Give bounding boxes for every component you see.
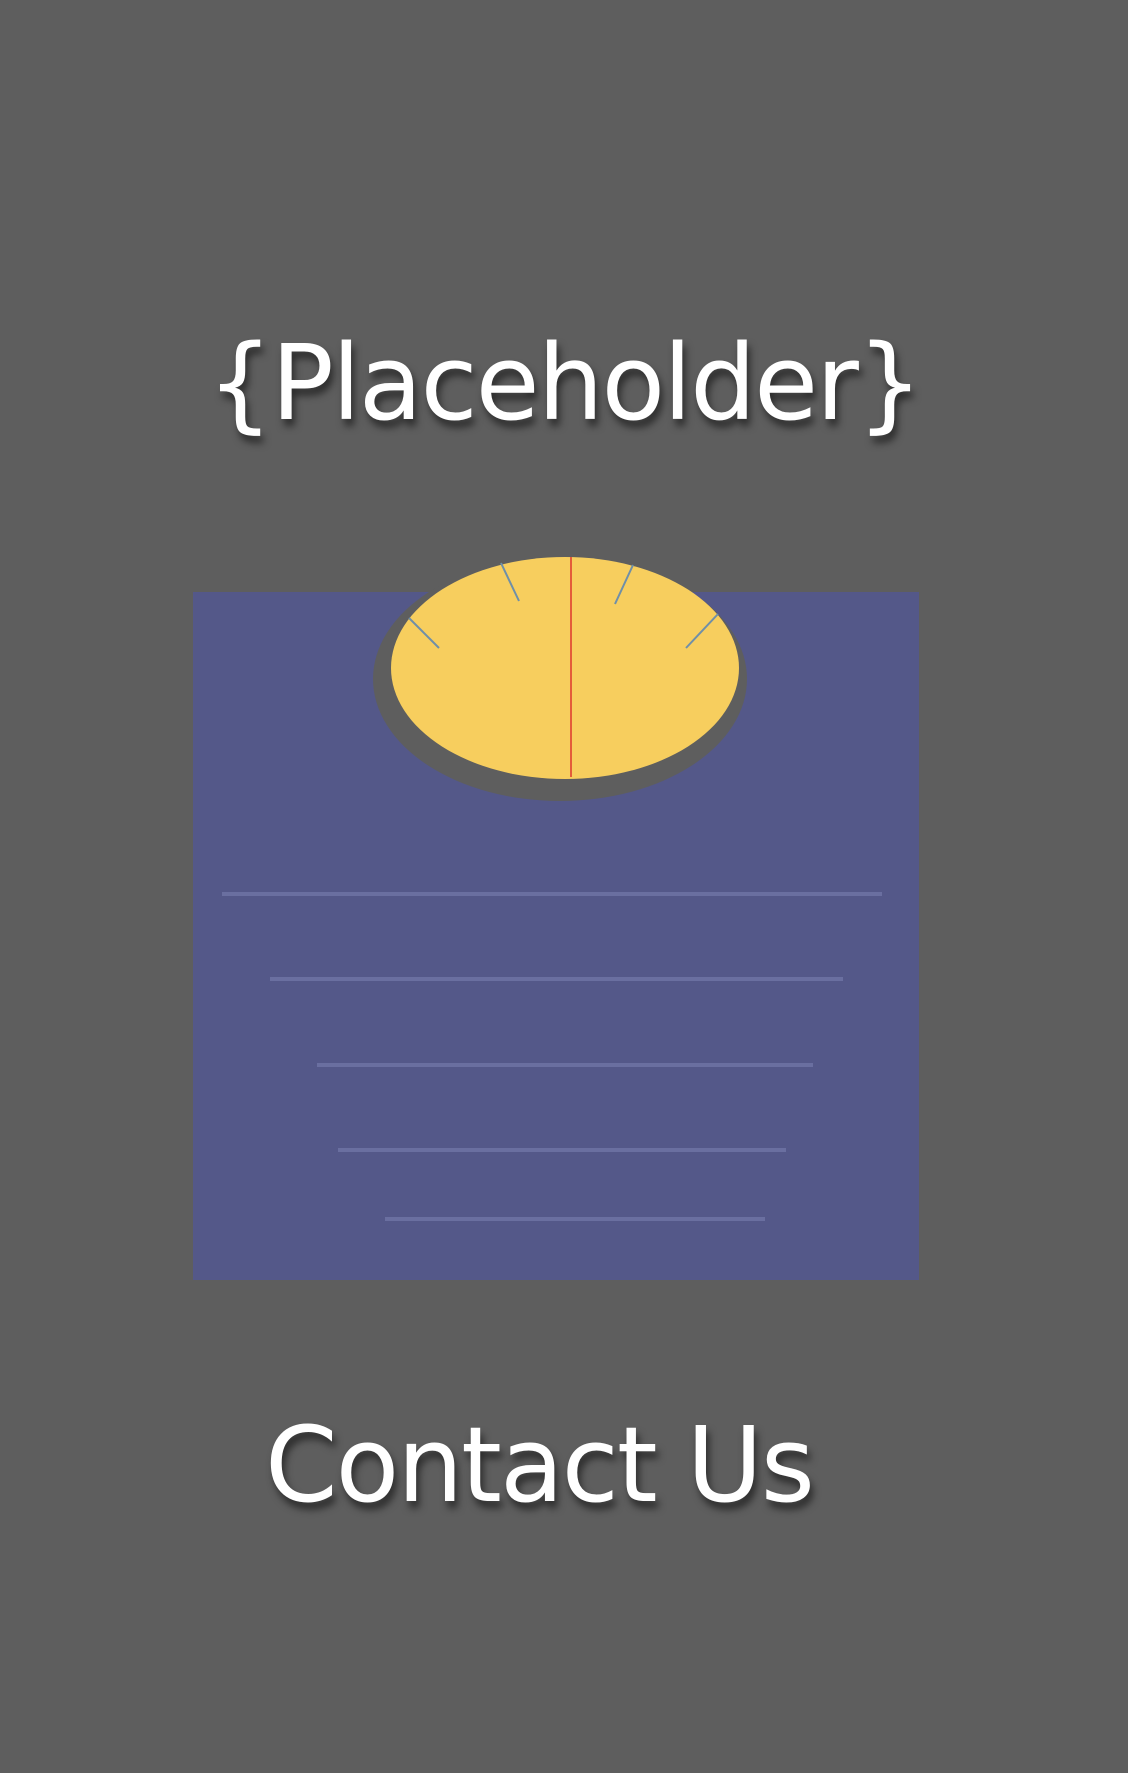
page: {Placeholder} Contact Us: [0, 0, 1128, 1773]
page-title: {Placeholder}: [206, 322, 923, 444]
scale-body: [193, 592, 919, 1280]
contact-us-link[interactable]: Contact Us: [0, 1400, 1078, 1530]
